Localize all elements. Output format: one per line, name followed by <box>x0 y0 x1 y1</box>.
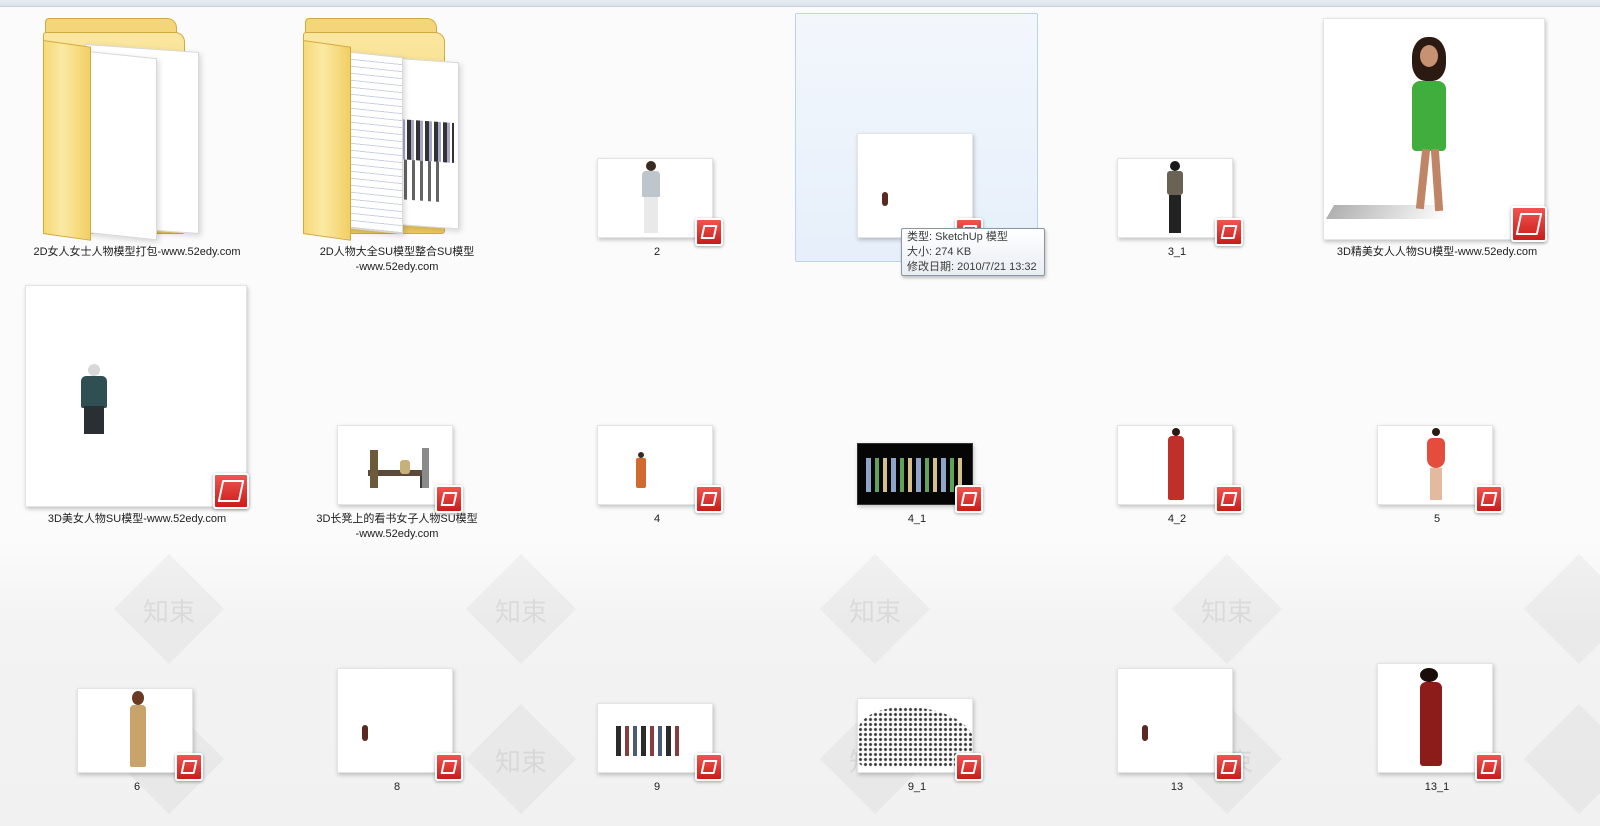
model-thumbnail <box>275 277 519 517</box>
folder-icon <box>275 10 519 250</box>
person-figure <box>1142 725 1148 741</box>
file-label: 8 <box>393 781 401 793</box>
model-thumbnail <box>1055 545 1299 785</box>
file-item-3-1[interactable]: 3_1 <box>1055 10 1299 270</box>
folder-icon <box>15 10 259 250</box>
tooltip-size: 大小: 274 KB <box>907 246 972 258</box>
person-figure <box>1412 81 1446 151</box>
file-item-4[interactable]: 4 <box>535 277 779 537</box>
file-label: 4 <box>653 513 661 525</box>
sketchup-icon <box>1215 218 1243 246</box>
file-label: 13 <box>1170 781 1184 793</box>
person-figure <box>882 192 888 206</box>
sketchup-icon <box>695 218 723 246</box>
model-thumbnail <box>795 545 1039 785</box>
file-label: 4_1 <box>907 513 927 525</box>
file-item-4-1[interactable]: 4_1 <box>795 277 1039 537</box>
file-info-tooltip: 类型: SketchUp 模型 大小: 274 KB 修改日期: 2010/7/… <box>901 228 1045 276</box>
person-figure <box>1168 436 1184 500</box>
tooltip-modified: 修改日期: 2010/7/21 13:32 <box>907 261 1037 273</box>
sketchup-icon <box>955 485 983 513</box>
people-group <box>866 458 966 492</box>
people-group <box>616 726 680 756</box>
tooltip-type: 类型: SketchUp 模型 <box>907 231 1008 243</box>
file-item-13[interactable]: 13 <box>1055 545 1299 805</box>
file-label: 3D精美女人人物SU模型-www.52edy.com <box>1336 246 1538 258</box>
person-figure <box>362 725 368 741</box>
window-top-border <box>0 0 1600 7</box>
model-thumbnail <box>1055 10 1299 250</box>
sketchup-icon <box>213 473 249 509</box>
sketchup-icon <box>1215 753 1243 781</box>
model-thumbnail <box>1315 10 1559 250</box>
person-figure <box>646 161 656 171</box>
file-label: 2 <box>653 246 661 258</box>
person-figure <box>130 705 146 767</box>
file-label: 9 <box>653 781 661 793</box>
file-label: 9_1 <box>907 781 927 793</box>
file-label: 5 <box>1433 513 1441 525</box>
sketchup-icon <box>175 753 203 781</box>
model-thumbnail <box>795 277 1039 517</box>
file-item-2[interactable]: 2 <box>535 10 779 270</box>
file-item-3d-beauty[interactable]: 3D美女人物SU模型-www.52edy.com <box>15 277 259 537</box>
sketchup-icon <box>1511 206 1547 242</box>
model-thumbnail <box>1055 277 1299 517</box>
file-item-4-2[interactable]: 4_2 <box>1055 277 1299 537</box>
file-label: 3D美女人物SU模型-www.52edy.com <box>47 513 227 525</box>
file-label: 3_1 <box>1167 246 1187 258</box>
sketchup-icon <box>955 753 983 781</box>
file-item-8[interactable]: 8 <box>275 545 519 805</box>
file-label: 2D女人女士人物模型打包-www.52edy.com <box>33 246 241 258</box>
person-figure <box>370 450 378 488</box>
person-figure <box>1170 161 1180 171</box>
sketchup-icon <box>435 485 463 513</box>
model-thumbnail <box>15 277 259 517</box>
file-item-9[interactable]: 9 <box>535 545 779 805</box>
file-label: 13_1 <box>1424 781 1450 793</box>
sketchup-icon <box>695 485 723 513</box>
file-item-13-1[interactable]: 13_1 <box>1315 545 1559 805</box>
person-figure <box>636 458 646 488</box>
model-thumbnail <box>535 545 779 785</box>
file-item-9-1[interactable]: 9_1 <box>795 545 1039 805</box>
file-label: 4_2 <box>1167 513 1187 525</box>
file-label: 3D长凳上的看书女子人物SU模型 -www.52edy.com <box>316 513 478 540</box>
sketchup-icon <box>695 753 723 781</box>
sketchup-icon <box>1215 485 1243 513</box>
person-figure <box>1420 682 1442 766</box>
sketchup-icon <box>1475 485 1503 513</box>
model-thumbnail <box>535 277 779 517</box>
model-thumbnail <box>795 10 1039 250</box>
file-item-3d-bench-reader[interactable]: 3D长凳上的看书女子人物SU模型 -www.52edy.com <box>275 277 519 547</box>
file-item-3d-fine-woman[interactable]: 3D精美女人人物SU模型-www.52edy.com <box>1315 10 1559 270</box>
file-label: 2D人物大全SU模型整合SU模型 -www.52edy.com <box>319 246 475 273</box>
sketchup-icon <box>435 753 463 781</box>
file-label: 6 <box>133 781 141 793</box>
file-item-folder-2d-people[interactable]: 2D人物大全SU模型整合SU模型 -www.52edy.com <box>275 10 519 280</box>
model-thumbnail <box>535 10 779 250</box>
sketchup-icon <box>1475 753 1503 781</box>
model-thumbnail <box>1315 277 1559 517</box>
person-figure <box>81 376 107 408</box>
file-item-5[interactable]: 5 <box>1315 277 1559 537</box>
model-thumbnail <box>275 545 519 785</box>
model-thumbnail <box>1315 545 1559 785</box>
file-item-6[interactable]: 6 <box>15 545 259 805</box>
person-figure <box>1427 438 1445 468</box>
file-item-folder-2d-women[interactable]: 2D女人女士人物模型打包-www.52edy.com <box>15 10 259 270</box>
model-thumbnail <box>15 545 259 785</box>
